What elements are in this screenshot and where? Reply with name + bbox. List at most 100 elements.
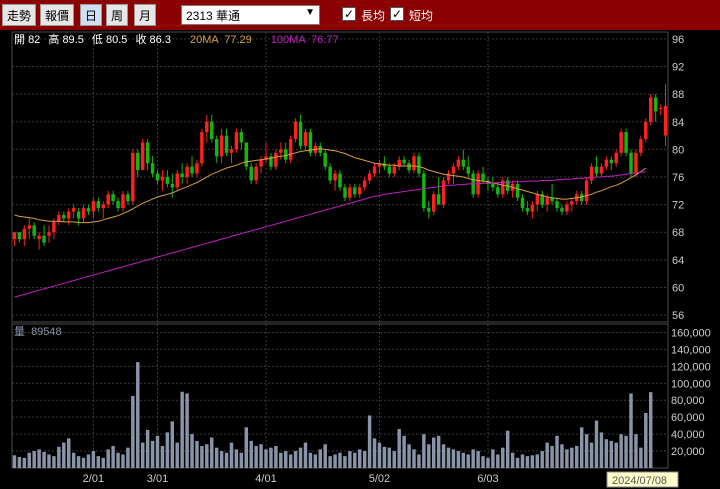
volume-bar — [456, 451, 461, 468]
candle-body — [387, 166, 392, 174]
candle-body — [111, 194, 115, 202]
candle-body — [136, 152, 140, 171]
volume-bar — [579, 427, 584, 468]
candle-body — [12, 232, 17, 240]
date-x-axis: 2/01 3/01 4/01 5/02 6/03 — [83, 473, 499, 485]
volume-bar — [446, 447, 451, 468]
volume-bar — [624, 435, 628, 468]
volume-bar — [436, 435, 441, 468]
short-ma-checkbox[interactable]: ✓ — [390, 7, 404, 21]
volume-bar — [515, 457, 520, 468]
volume-bar — [362, 451, 367, 468]
price-tick-label: 92 — [672, 62, 684, 74]
volume-bar — [367, 415, 372, 468]
candle-body — [47, 232, 51, 236]
short-ma-label: 短均 — [409, 9, 434, 23]
volume-tick-label: 140,000 — [671, 344, 711, 356]
volume-info: 量 89548 — [14, 325, 62, 338]
candle-body — [180, 173, 184, 177]
volume-bar — [293, 451, 298, 468]
volume-bar — [126, 447, 130, 468]
volume-bar — [180, 391, 184, 468]
volume-bar — [145, 429, 150, 468]
volume-bar — [150, 440, 155, 468]
volume-bar — [52, 456, 56, 468]
candle-body — [96, 201, 101, 209]
volume-bar — [431, 437, 436, 468]
volume-bar — [106, 449, 110, 468]
candle-body — [560, 208, 564, 212]
candle-body — [545, 197, 549, 205]
candle-body — [491, 183, 495, 188]
date-tick-label: 3/01 — [147, 473, 168, 485]
candle-body — [456, 159, 461, 167]
volume-bar — [214, 447, 219, 468]
candle-body — [32, 225, 36, 236]
candle-body — [353, 187, 357, 195]
price-tick-label: 84 — [672, 117, 684, 129]
volume-bar — [466, 454, 470, 468]
volume-tick-label: 120,000 — [671, 361, 711, 373]
volume-bar — [279, 452, 283, 468]
volume-bar — [372, 438, 377, 468]
volume-bar — [210, 437, 214, 468]
long-ma-checkbox[interactable]: ✓ — [342, 7, 356, 21]
tab-weekly[interactable]: 周 — [106, 4, 128, 26]
volume-bar — [22, 457, 27, 468]
open-value: 82 — [28, 34, 40, 46]
close-value: 86.3 — [150, 34, 171, 46]
candle-body — [279, 149, 283, 153]
symbol-select-value: 2313 華通 — [186, 8, 241, 23]
candle-body — [358, 187, 362, 195]
volume-bar — [353, 452, 357, 468]
volume-bar — [333, 454, 337, 468]
symbol-select[interactable]: 2313 華通 ▼ — [181, 5, 320, 25]
volume-bar — [505, 430, 510, 468]
tab-trend[interactable]: 走勢 — [2, 4, 36, 26]
candle-body — [293, 121, 298, 140]
candle-body — [333, 173, 337, 181]
volume-bar — [86, 454, 91, 468]
date-tick-label: 2/01 — [83, 473, 104, 485]
volume-bar — [288, 454, 293, 468]
volume-bar — [387, 447, 392, 468]
candle-body — [599, 166, 604, 174]
candle-body — [579, 194, 584, 202]
volume-panel-frame — [11, 323, 669, 469]
candle-body — [609, 159, 614, 164]
volume-bar — [501, 447, 505, 468]
volume-bar — [298, 447, 303, 468]
candle-body — [392, 166, 396, 174]
volume-bar — [219, 451, 224, 468]
candle-body — [589, 166, 594, 181]
volume-grid — [11, 323, 669, 469]
tab-daily[interactable]: 日 — [80, 4, 102, 26]
candle-body — [629, 152, 633, 174]
candle-body — [170, 183, 175, 188]
volume-bar — [565, 449, 569, 468]
ma20-legend-value: 77.29 — [224, 34, 252, 46]
volume-y-axis: 160,000 140,000 120,000 100,000 80,000 60,000… — [671, 327, 711, 458]
volume-bar — [185, 393, 189, 468]
candle-body — [165, 177, 170, 184]
volume-bar — [520, 454, 525, 468]
volume-bar — [392, 451, 396, 468]
volume-bar — [604, 439, 609, 468]
price-tick-label: 76 — [672, 172, 684, 184]
volume-bar — [91, 451, 96, 468]
candle-body — [86, 208, 91, 212]
tab-quote[interactable]: 報價 — [40, 4, 74, 26]
candle-body — [525, 208, 530, 212]
volume-bar — [32, 451, 36, 468]
volume-bar — [441, 444, 446, 468]
ma20-legend-label: 20MA — [190, 34, 219, 46]
tab-monthly[interactable]: 月 — [134, 4, 156, 26]
volume-bar — [417, 454, 421, 468]
candle-body — [338, 173, 342, 188]
candle-body — [466, 166, 470, 174]
volume-bar — [639, 447, 643, 468]
candle-body — [639, 139, 643, 153]
candle-body — [496, 187, 500, 195]
volume-bar — [422, 434, 426, 468]
volume-bar — [481, 456, 485, 468]
